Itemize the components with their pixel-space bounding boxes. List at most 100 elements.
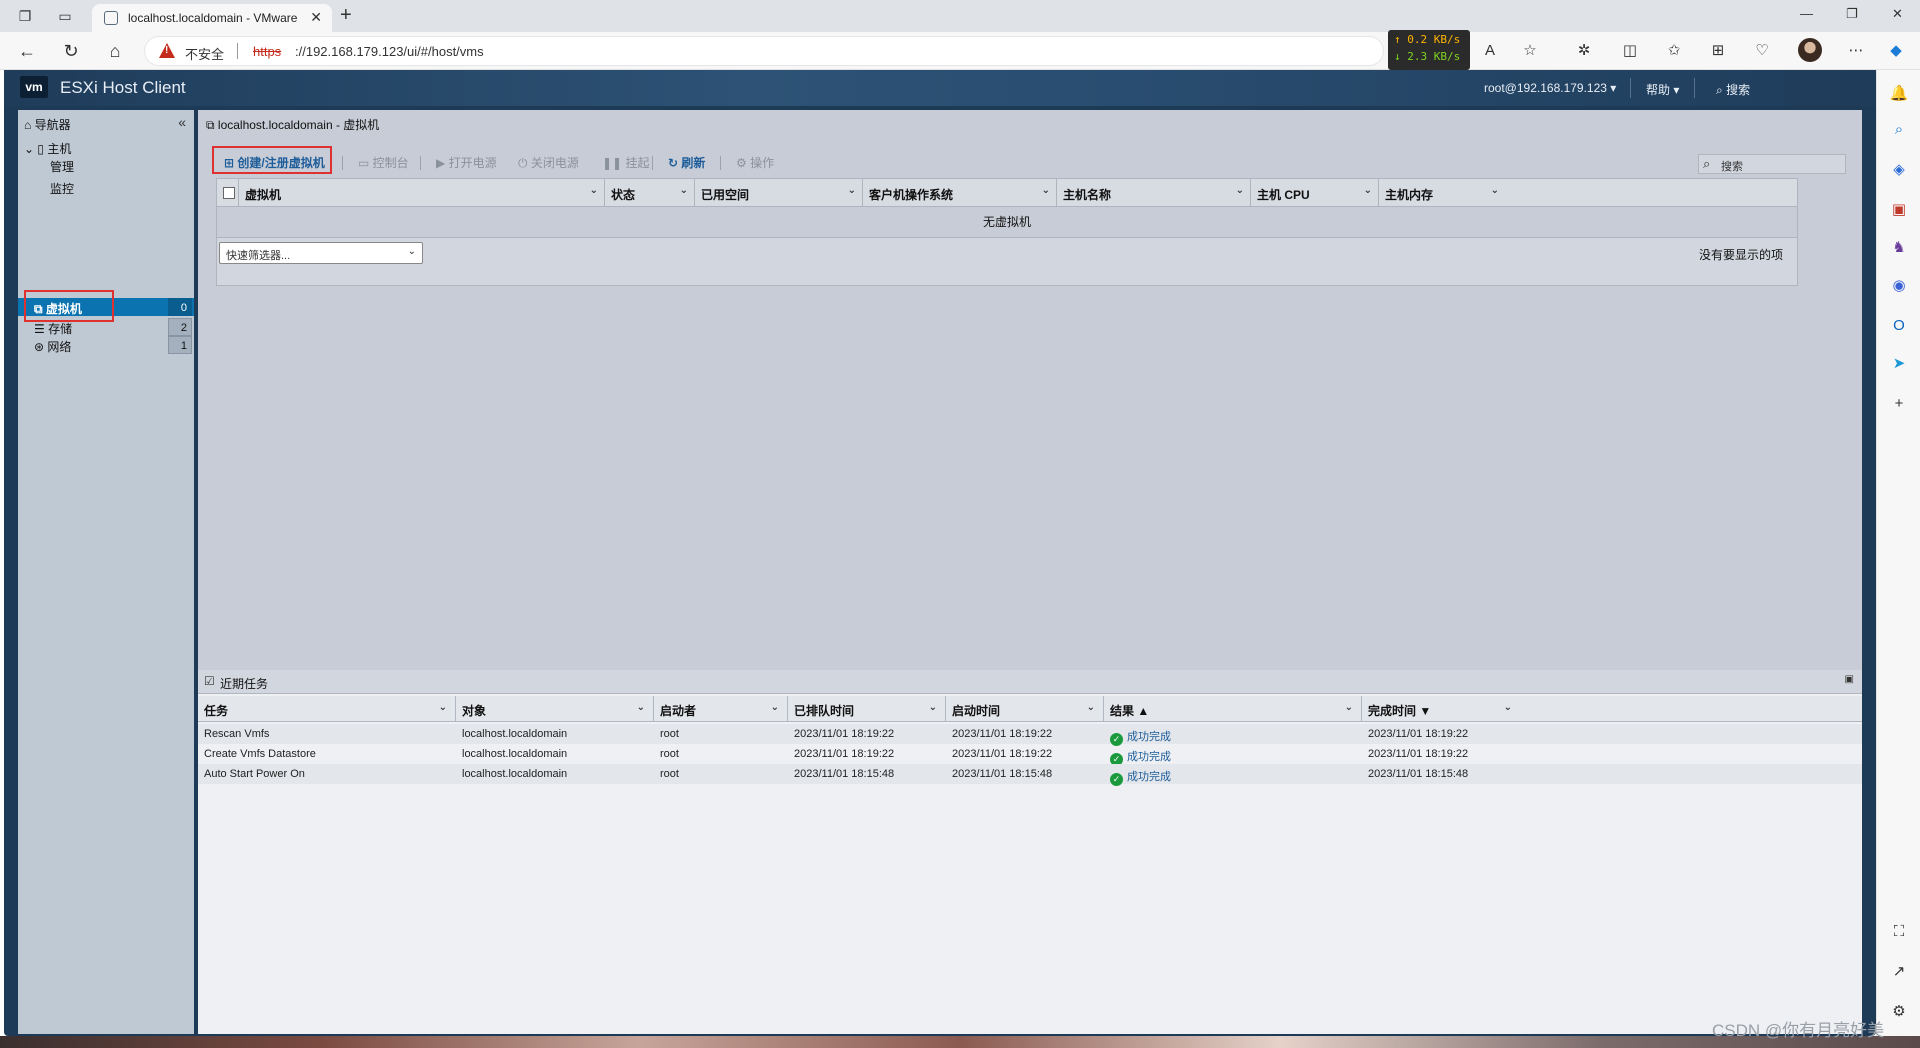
task-started: 2023/11/01 18:15:48 xyxy=(952,768,1053,780)
chevron-down-icon[interactable]: ⌄ xyxy=(637,702,645,713)
collections-icon[interactable]: ⊞ xyxy=(1708,41,1728,61)
close-tab-icon[interactable]: ✕ xyxy=(310,9,322,26)
close-window-icon[interactable]: ✕ xyxy=(1892,6,1903,22)
vm-search-input[interactable]: ⌕ 搜索 xyxy=(1698,154,1846,174)
task-result: ✓ 成功完成 xyxy=(1110,768,1171,786)
tab-actions-icon[interactable]: ▭ xyxy=(56,7,74,25)
actions-button[interactable]: ⚙ 操作 xyxy=(736,154,774,171)
actions-label: 操作 xyxy=(750,156,775,170)
insecure-label[interactable]: 不安全 xyxy=(185,44,224,63)
chevron-down-icon[interactable]: ⌄ xyxy=(1236,185,1244,196)
header-divider xyxy=(1630,78,1631,98)
chevron-down-icon[interactable]: ⌄ xyxy=(771,702,779,713)
m365-icon[interactable]: ◉ xyxy=(1889,276,1909,296)
quick-filter-select[interactable]: 快速筛选器... ⌄ xyxy=(219,242,423,264)
browser-essentials-icon[interactable]: ♡ xyxy=(1752,41,1772,61)
notification-bell-icon[interactable]: 🔔 xyxy=(1889,84,1909,104)
favorite-star-icon[interactable]: ☆ xyxy=(1520,41,1540,61)
add-sidebar-app-icon[interactable]: + xyxy=(1889,394,1909,414)
chevron-down-icon[interactable]: ⌄ xyxy=(1087,702,1095,713)
nav-manage[interactable]: 管理 xyxy=(50,158,74,175)
url-input[interactable]: 不安全 https ://192.168.179.123/ui/#/host/v… xyxy=(144,36,1384,66)
chevron-down-icon[interactable]: ⌄ xyxy=(439,702,447,713)
chevron-down-icon[interactable]: ⌄ xyxy=(1042,185,1050,196)
task-row[interactable]: Auto Start Power On localhost.localdomai… xyxy=(198,764,1862,786)
split-screen-icon[interactable]: ◫ xyxy=(1620,41,1640,61)
refresh-icon: ↻ xyxy=(668,156,682,170)
console-button[interactable]: ▭ 控制台 xyxy=(358,154,409,171)
column-completed[interactable]: 完成时间 ▼ ⌄ xyxy=(1362,696,1520,722)
restore-icon[interactable]: ❐ xyxy=(1846,6,1858,22)
column-vm[interactable]: 虚拟机 ⌄ xyxy=(239,179,605,207)
select-all-checkbox[interactable] xyxy=(223,187,235,199)
chevron-down-icon[interactable]: ⌄ xyxy=(1345,702,1353,713)
power-off-button[interactable]: ⏻ 关闭电源 xyxy=(518,154,579,171)
task-initiator: root xyxy=(660,768,679,780)
column-result[interactable]: 结果 ▲ ⌄ xyxy=(1104,696,1362,722)
favorites-icon[interactable]: ✩ xyxy=(1664,41,1684,61)
nav-network[interactable]: ⊛ 网络 xyxy=(34,338,71,355)
column-host-cpu[interactable]: 主机 CPU ⌄ xyxy=(1251,179,1379,207)
task-queued: 2023/11/01 18:15:48 xyxy=(794,768,895,780)
drop-icon[interactable]: ➤ xyxy=(1889,354,1909,374)
column-label: 虚拟机 xyxy=(245,188,282,202)
copilot-icon[interactable]: ◆ xyxy=(1886,41,1906,61)
tools-icon[interactable]: ▣ xyxy=(1889,200,1909,220)
new-tab-icon[interactable]: + xyxy=(340,4,352,27)
outlook-icon[interactable]: O xyxy=(1889,316,1909,336)
extensions-icon[interactable]: ✲ xyxy=(1574,41,1594,61)
sidebar-settings-icon[interactable]: ⚙ xyxy=(1889,1002,1909,1022)
column-used-space[interactable]: 已用空间 ⌄ xyxy=(695,179,863,207)
user-menu[interactable]: root@192.168.179.123 ▾ xyxy=(1484,81,1616,95)
column-guest-os[interactable]: 客户机操作系统 ⌄ xyxy=(863,179,1057,207)
column-label: 启动时间 xyxy=(952,704,1001,718)
search-icon: ⌕ xyxy=(1703,156,1711,171)
column-task[interactable]: 任务 ⌄ xyxy=(198,696,456,722)
refresh-button[interactable]: ↻ 刷新 xyxy=(668,154,705,171)
profile-avatar[interactable] xyxy=(1798,38,1822,62)
column-host-memory[interactable]: 主机内存 ⌄ xyxy=(1379,179,1505,207)
app-title: ESXi Host Client xyxy=(60,78,186,97)
nav-host[interactable]: ⌄ ▯ 主机 xyxy=(24,140,71,157)
more-menu-icon[interactable]: ⋯ xyxy=(1846,41,1866,61)
help-menu[interactable]: 帮助 ▾ xyxy=(1646,81,1679,98)
chevron-down-icon[interactable]: ⌄ xyxy=(1364,185,1372,196)
home-icon[interactable]: ⌂ xyxy=(104,40,126,62)
power-on-button[interactable]: ▶ 打开电源 xyxy=(436,154,497,171)
open-external-icon[interactable]: ↗ xyxy=(1889,962,1909,982)
chevron-down-icon[interactable]: ⌄ xyxy=(590,185,598,196)
toolbar-divider xyxy=(652,156,653,170)
task-row[interactable]: Create Vmfs Datastore localhost.localdom… xyxy=(198,744,1862,766)
back-icon[interactable]: ← xyxy=(16,40,38,62)
minimize-icon[interactable]: — xyxy=(1800,6,1813,21)
column-hostname[interactable]: 主机名称 ⌄ xyxy=(1057,179,1251,207)
task-row[interactable]: Rescan Vmfs localhost.localdomain root 2… xyxy=(198,724,1862,746)
read-aloud-icon[interactable]: A xyxy=(1480,41,1500,61)
search-icon[interactable]: ⌕ xyxy=(1889,120,1909,140)
gear-icon: ⚙ xyxy=(736,156,751,170)
maximize-panel-icon[interactable]: ▣ xyxy=(1845,674,1854,685)
chevron-down-icon[interactable]: ⌄ xyxy=(1504,702,1512,713)
reload-icon[interactable]: ↻ xyxy=(60,40,82,62)
screenshot-icon[interactable]: ⛶ xyxy=(1889,922,1909,942)
nav-storage[interactable]: ☰ 存储 xyxy=(34,320,72,337)
storage-count-badge: 2 xyxy=(168,318,192,336)
suspend-button[interactable]: ❚❚ 挂起 xyxy=(602,154,649,171)
column-initiator[interactable]: 启动者 ⌄ xyxy=(654,696,788,722)
shopping-tag-icon[interactable]: ◈ xyxy=(1889,160,1909,180)
nav-monitor[interactable]: 监控 xyxy=(50,180,74,197)
chevron-down-icon[interactable]: ⌄ xyxy=(848,185,856,196)
chevron-down-icon[interactable]: ⌄ xyxy=(1491,185,1499,196)
workspaces-icon[interactable]: ❐ xyxy=(16,7,34,25)
chevron-down-icon[interactable]: ⌄ xyxy=(929,702,937,713)
collapse-navigator-icon[interactable]: « xyxy=(178,114,186,130)
column-queued[interactable]: 已排队时间 ⌄ xyxy=(788,696,946,722)
column-started[interactable]: 启动时间 ⌄ xyxy=(946,696,1104,722)
column-object[interactable]: 对象 ⌄ xyxy=(456,696,654,722)
header-search-button[interactable]: ⌕ 搜索 xyxy=(1716,81,1750,98)
browser-tab[interactable]: localhost.localdomain - VMware ✕ xyxy=(92,4,332,32)
refresh-label: 刷新 xyxy=(681,156,706,170)
column-status[interactable]: 状态 ⌄ xyxy=(605,179,695,207)
games-icon[interactable]: ♞ xyxy=(1889,238,1909,258)
chevron-down-icon[interactable]: ⌄ xyxy=(680,185,688,196)
